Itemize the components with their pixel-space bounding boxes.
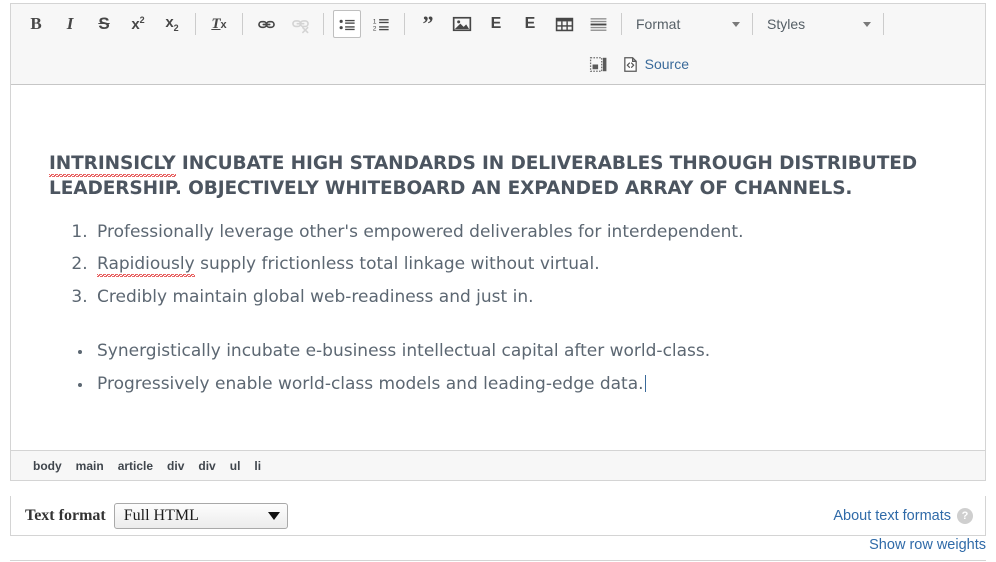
toolbar-separator	[323, 13, 324, 35]
superscript-icon: x2	[131, 15, 145, 33]
text-editor-page: B I S x2 x2 Tx 1 2 ” E E Format Styles S…	[0, 0, 996, 562]
remove-format-icon: Tx	[211, 15, 227, 32]
horizontal-rule-icon	[590, 17, 606, 31]
elements-path-item-article[interactable]: article	[118, 459, 153, 473]
editor-toolbar: B I S x2 x2 Tx 1 2 ” E E Format Styles S…	[11, 4, 985, 85]
list-item[interactable]: Credibly maintain global web-readiness a…	[93, 281, 959, 314]
svg-text:1: 1	[372, 18, 376, 25]
text-format-bar: Text format Full HTML About text formats…	[10, 496, 986, 536]
elements-path-item-div-1[interactable]: div	[167, 459, 184, 473]
bold-icon: B	[30, 14, 42, 33]
list-item-text: Professionally leverage other's empowere…	[97, 221, 744, 242]
bulleted-list-button[interactable]	[333, 10, 361, 38]
blockquote-button[interactable]: ”	[414, 10, 442, 38]
show-row-weights-link[interactable]: Show row weights	[869, 537, 986, 553]
text-format-selected-value: Full HTML	[123, 506, 199, 524]
elements-path-item-li[interactable]: li	[254, 459, 261, 473]
unlink-button[interactable]	[286, 10, 314, 38]
image-icon	[452, 16, 472, 32]
embed-e-icon: E	[490, 15, 502, 32]
list-item-text: Credibly maintain global web-readiness a…	[97, 286, 534, 307]
toolbar-separator	[621, 13, 622, 35]
ckeditor-shell: B I S x2 x2 Tx 1 2 ” E E Format Styles S…	[10, 3, 986, 481]
table-icon	[555, 17, 573, 31]
embed-e-icon: E	[524, 15, 536, 32]
templates-icon	[590, 56, 607, 72]
misspelled-word: Rapidiously	[97, 254, 195, 278]
chevron-down-icon	[732, 21, 740, 27]
styles-dropdown-label: Styles	[767, 16, 806, 32]
italic-button[interactable]: I	[56, 10, 84, 38]
bulleted-list: Synergistically incubate e-business inte…	[37, 335, 959, 400]
bold-button[interactable]: B	[22, 10, 50, 38]
chevron-down-icon	[863, 21, 871, 27]
list-item[interactable]: Synergistically incubate e-business inte…	[93, 335, 959, 368]
toolbar-separator	[752, 13, 753, 35]
subscript-icon: x2	[165, 14, 179, 33]
list-item-text: Synergistically incubate e-business inte…	[97, 341, 711, 362]
entity-embed-2-button[interactable]: E	[516, 10, 544, 38]
superscript-button[interactable]: x2	[124, 10, 152, 38]
heading-rest: INCUBATE HIGH STANDARDS IN DELIVERABLES …	[49, 153, 918, 199]
elements-path-item-div-2[interactable]: div	[198, 459, 215, 473]
editable-content-area[interactable]: INTRINSICLY INCUBATE HIGH STANDARDS IN D…	[11, 85, 985, 450]
list-item[interactable]: Professionally leverage other's empowere…	[93, 216, 959, 249]
image-button[interactable]	[448, 10, 476, 38]
toolbar-row-1: B I S x2 x2 Tx 1 2 ” E E Format Styles	[11, 4, 985, 44]
format-dropdown-label: Format	[636, 16, 681, 32]
document-heading: INTRINSICLY INCUBATE HIGH STANDARDS IN D…	[49, 152, 929, 202]
numbered-list-button[interactable]: 1 2	[367, 10, 395, 38]
unlink-icon	[291, 19, 309, 33]
subscript-button[interactable]: x2	[158, 10, 186, 38]
blockquote-icon: ”	[422, 11, 434, 37]
elements-path-item-ul[interactable]: ul	[230, 459, 241, 473]
remove-format-button[interactable]: Tx	[205, 10, 233, 38]
elements-path-item-main[interactable]: main	[76, 459, 104, 473]
source-button[interactable]: Source	[616, 51, 695, 77]
list-item[interactable]: Rapidiously supply frictionless total li…	[93, 248, 959, 281]
text-format-label: Text format	[25, 506, 106, 524]
templates-button[interactable]	[585, 50, 613, 78]
about-text-formats-label: About text formats	[833, 507, 951, 524]
list-item-text: supply frictionless total linkage withou…	[194, 254, 600, 275]
toolbar-row-2: Source	[11, 44, 985, 84]
link-button[interactable]	[252, 10, 280, 38]
chevron-down-icon	[267, 511, 280, 520]
elements-path-bar: body main article div div ul li	[11, 450, 985, 480]
bottom-divider	[10, 560, 986, 561]
elements-path-item-body[interactable]: body	[33, 459, 62, 473]
ordered-list: Professionally leverage other's empowere…	[37, 216, 959, 314]
about-text-formats-link[interactable]: About text formats ?	[833, 507, 973, 524]
table-button[interactable]	[550, 10, 578, 38]
link-icon	[257, 20, 275, 28]
text-format-select[interactable]: Full HTML	[113, 502, 288, 529]
horizontal-rule-button[interactable]	[584, 10, 612, 38]
italic-icon: I	[66, 14, 74, 33]
source-button-label: Source	[644, 56, 689, 72]
help-icon[interactable]: ?	[957, 507, 973, 524]
list-item-text: Progressively enable world-class models …	[97, 374, 644, 395]
text-cursor	[644, 375, 646, 393]
list-item[interactable]: Progressively enable world-class models …	[93, 368, 959, 401]
format-dropdown[interactable]: Format	[628, 10, 746, 38]
bulleted-list-icon	[339, 19, 355, 30]
strikethrough-icon: S	[98, 14, 110, 33]
toolbar-separator	[883, 13, 884, 35]
toolbar-separator	[404, 13, 405, 35]
svg-text:2: 2	[372, 25, 376, 32]
toolbar-separator	[242, 13, 243, 35]
numbered-list-icon: 1 2	[372, 18, 389, 32]
strikethrough-button[interactable]: S	[90, 10, 118, 38]
toolbar-separator	[195, 13, 196, 35]
source-code-icon	[623, 56, 637, 72]
misspelled-word: INTRINSICLY	[49, 153, 176, 177]
styles-dropdown[interactable]: Styles	[759, 10, 877, 38]
entity-embed-button[interactable]: E	[482, 10, 510, 38]
text-format-group: Text format Full HTML	[25, 502, 288, 529]
